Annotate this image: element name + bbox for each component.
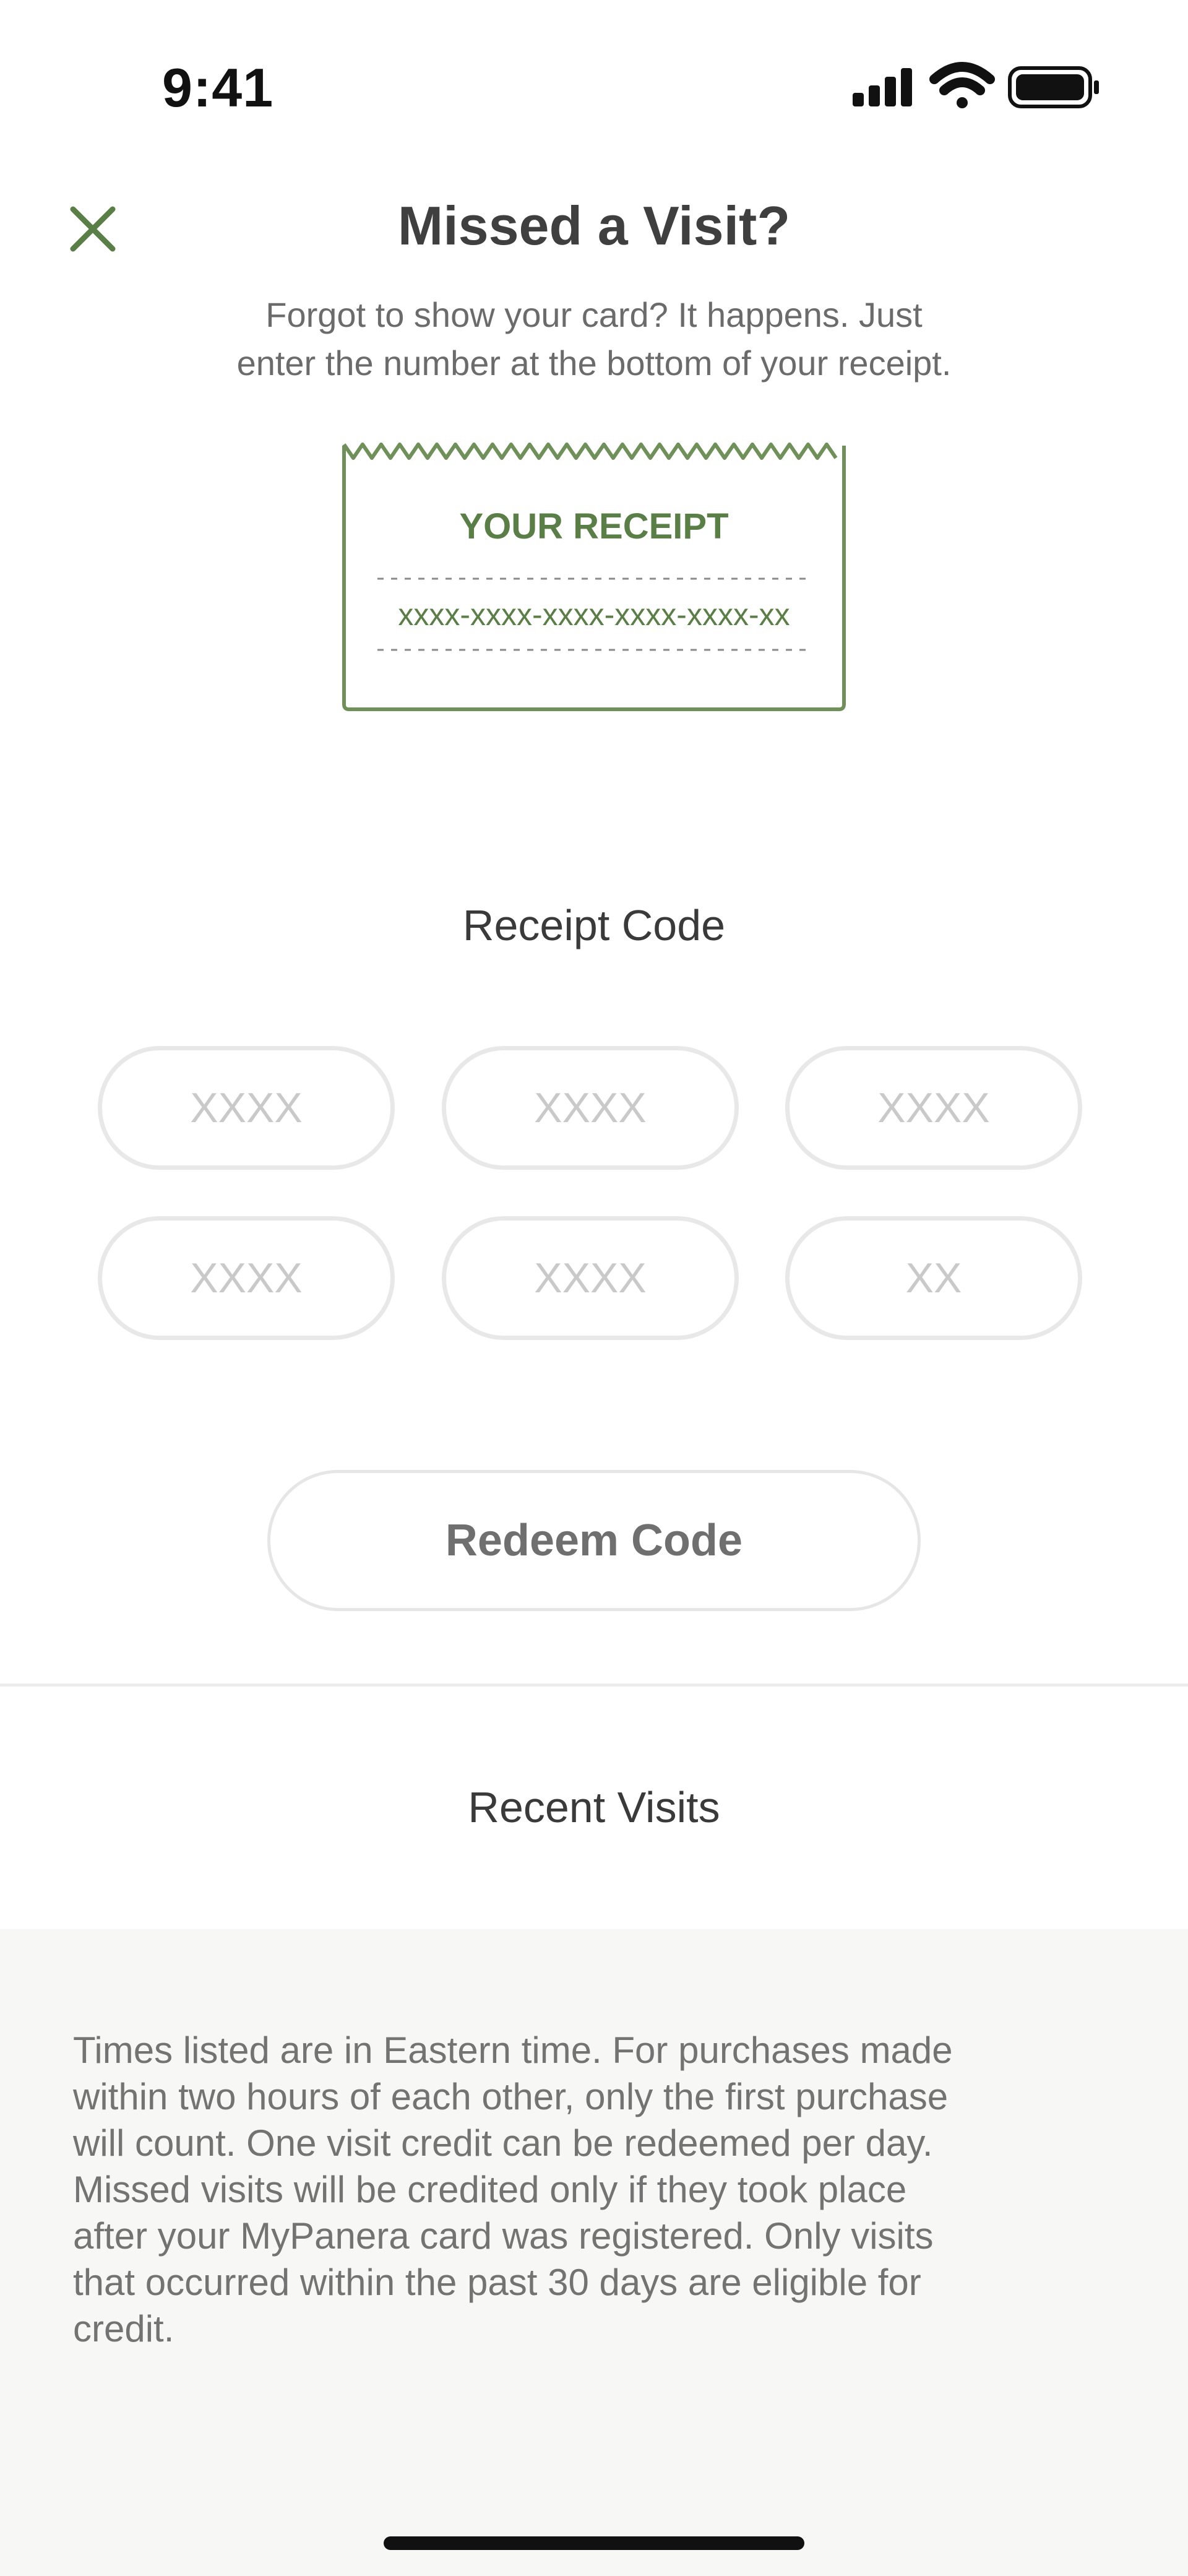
receipt-code-field-4[interactable] <box>98 1216 395 1340</box>
receipt-outline <box>342 446 846 711</box>
status-icons <box>853 62 1099 108</box>
home-indicator[interactable] <box>384 2536 804 2550</box>
receipt-code-field-6[interactable] <box>785 1216 1082 1340</box>
footer-line: credit. <box>73 2308 174 2349</box>
cellular-signal-icon <box>853 68 912 106</box>
footer-disclaimer: Times listed are in Eastern time. For pu… <box>73 2027 1125 2352</box>
receipt-illustration: YOUR RECEIPT xxxx-xxxx-xxxx-xxxx-xxxx-xx <box>342 443 846 711</box>
footer-line: will count. One visit credit can be rede… <box>73 2122 933 2164</box>
footer-line: Missed visits will be credited only if t… <box>73 2169 907 2210</box>
receipt-code-sample: xxxx-xxxx-xxxx-xxxx-xxxx-xx <box>398 597 790 632</box>
wifi-icon <box>929 62 995 108</box>
battery-icon <box>1008 66 1099 108</box>
recent-visits-label: Recent Visits <box>468 1783 720 1831</box>
status-time: 9:41 <box>162 57 274 118</box>
page-title: Missed a Visit? <box>397 195 791 256</box>
subtitle-line: enter the number at the bottom of your r… <box>236 344 952 383</box>
subtitle-line: Forgot to show your card? It happens. Ju… <box>265 295 923 334</box>
footer-line: Times listed are in Eastern time. For pu… <box>73 2029 953 2071</box>
footer-line: after your MyPanera card was registered.… <box>73 2215 934 2257</box>
footer-line: within two hours of each other, only the… <box>73 2076 949 2117</box>
page-subtitle: Forgot to show your card? It happens. Ju… <box>124 291 1064 387</box>
receipt-code-label: Receipt Code <box>462 901 726 949</box>
redeem-code-button[interactable]: Redeem Code <box>267 1470 921 1611</box>
receipt-code-field-3[interactable] <box>785 1046 1082 1170</box>
receipt-heading: YOUR RECEIPT <box>459 506 728 547</box>
receipt-code-field-2[interactable] <box>442 1046 739 1170</box>
receipt-code-field-1[interactable] <box>98 1046 395 1170</box>
receipt-code-field-5[interactable] <box>442 1216 739 1340</box>
section-divider <box>0 1683 1188 1687</box>
footer-line: that occurred within the past 30 days ar… <box>73 2262 921 2303</box>
